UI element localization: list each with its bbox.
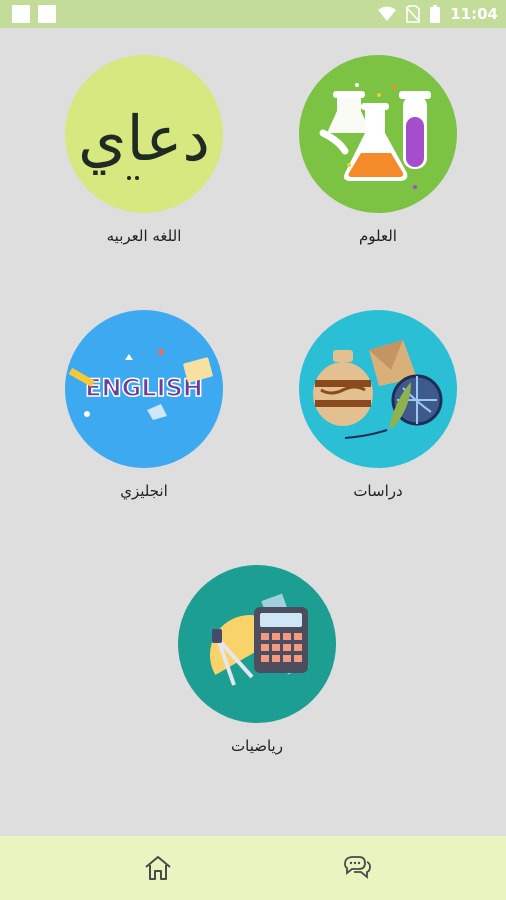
chat-icon xyxy=(344,856,371,879)
subject-label: اللغه العربيه xyxy=(106,227,182,245)
pottery-globe-icon xyxy=(299,310,457,468)
status-icons: 11:04 xyxy=(378,3,498,25)
bottom-nav xyxy=(0,836,506,900)
subject-tile-math[interactable]: رياضيات xyxy=(157,565,357,775)
english-word-text: ENGLISH xyxy=(85,374,203,402)
subject-tile-studies[interactable]: دراسات xyxy=(278,310,478,520)
english-word-icon: ENGLISH xyxy=(65,310,223,468)
wifi-icon xyxy=(378,6,397,21)
subject-label: رياضيات xyxy=(231,737,283,755)
subject-label: دراسات xyxy=(353,482,403,500)
subject-tile-arabic[interactable]: دعاي اللغه العربيه xyxy=(44,55,244,265)
calligraphy-text: دعاي xyxy=(78,102,210,175)
notification-icon xyxy=(12,5,30,23)
nav-chat-button[interactable] xyxy=(341,852,373,884)
status-time: 11:04 xyxy=(450,5,498,23)
status-bar: 11:04 xyxy=(0,0,506,28)
subject-label: انجليزي xyxy=(120,482,168,500)
subject-tile-science[interactable]: العلوم xyxy=(278,55,478,265)
arabic-calligraphy-icon: دعاي xyxy=(65,55,223,213)
subject-label: العلوم xyxy=(359,227,397,245)
no-sim-icon xyxy=(406,5,421,23)
chemistry-flasks-icon xyxy=(299,55,457,213)
calculator-ruler-icon xyxy=(178,565,336,723)
subject-tile-english[interactable]: ENGLISH انجليزي xyxy=(44,310,244,520)
notification-icon xyxy=(38,5,56,23)
home-icon xyxy=(145,856,171,880)
battery-icon xyxy=(430,5,441,23)
nav-home-button[interactable] xyxy=(142,852,174,884)
